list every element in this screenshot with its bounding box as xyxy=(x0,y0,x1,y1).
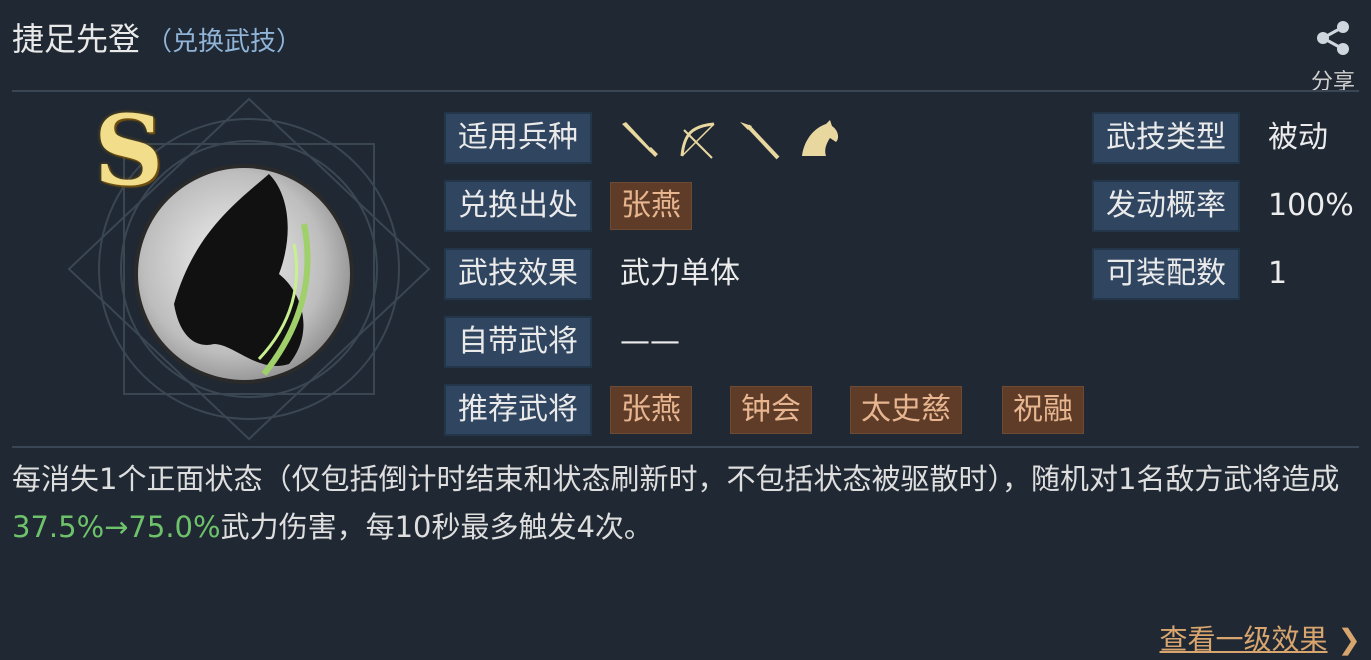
slots-label: 可装配数 xyxy=(1092,248,1240,300)
effect-value: 武力单体 xyxy=(620,256,740,291)
view-level1-label: 查看一级效果 xyxy=(1159,623,1328,656)
top-divider xyxy=(12,90,1359,92)
recommend-tag-3[interactable]: 太史慈 xyxy=(850,386,962,434)
own-general-value: —— xyxy=(620,324,680,359)
chance-label: 发动概率 xyxy=(1092,180,1240,232)
skill-name: 捷足先登 xyxy=(12,20,141,58)
description-text-2: 武力伤害，每10秒最多触发4次。 xyxy=(220,510,653,544)
recommend-tag-1[interactable]: 张燕 xyxy=(610,386,692,434)
source-label: 兑换出处 xyxy=(444,180,592,232)
slots-value: 1 xyxy=(1268,256,1288,291)
skill-grade: S xyxy=(94,94,164,207)
recommend-label: 推荐武将 xyxy=(444,384,592,436)
chevron-right-icon: ❯ xyxy=(1337,623,1361,656)
skill-source-type: （兑换武技） xyxy=(146,27,303,57)
description-text-1: 每消失1个正面状态（仅包括倒计时结束和状态刷新时，不包括状态被驱散时），随机对1… xyxy=(12,462,1340,496)
skill-title: 捷足先登 （兑换武技） xyxy=(12,14,302,60)
spear-icon xyxy=(740,122,780,160)
sword-icon xyxy=(622,122,658,157)
troops-label: 适用兵种 xyxy=(444,112,592,164)
skill-emblem: S xyxy=(64,94,434,444)
recommend-tag-4[interactable]: 祝融 xyxy=(1002,386,1084,434)
effect-label: 武技效果 xyxy=(444,248,592,300)
source-tag-zhangyan[interactable]: 张燕 xyxy=(610,182,692,230)
skill-description: 每消失1个正面状态（仅包括倒计时结束和状态刷新时，不包括状态被驱散时），随机对1… xyxy=(12,455,1342,551)
view-level1-link[interactable]: 查看一级效果 ❯ xyxy=(1160,618,1361,658)
recommend-tag-2[interactable]: 钟会 xyxy=(730,386,812,434)
horse-icon xyxy=(802,120,839,156)
type-label: 武技类型 xyxy=(1092,112,1240,164)
chance-value: 100% xyxy=(1268,188,1354,223)
bow-icon xyxy=(680,122,715,159)
mid-divider xyxy=(12,446,1359,448)
own-general-label: 自带武将 xyxy=(444,316,592,368)
share-button[interactable]: 分享 xyxy=(1303,18,1363,96)
share-icon xyxy=(1317,21,1349,55)
type-value: 被动 xyxy=(1268,120,1328,155)
damage-ratio: 37.5%→75.0% xyxy=(12,510,221,544)
